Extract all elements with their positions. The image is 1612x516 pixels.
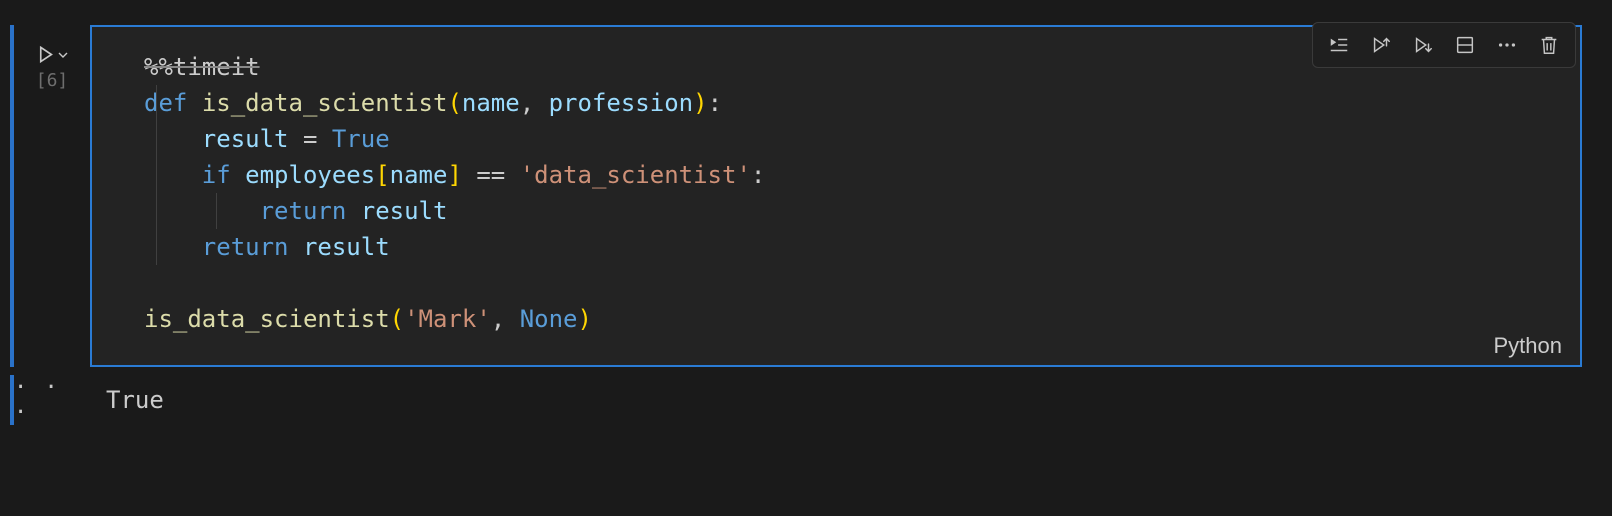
run-by-line-icon[interactable]: [1319, 27, 1359, 63]
code-cell-row: [6] %%timeit def is_data_scientist(name,…: [0, 25, 1612, 367]
output-row: · · · True: [0, 375, 1612, 425]
execution-count: [6]: [36, 70, 69, 91]
cell-toolbar: [1312, 22, 1576, 68]
more-actions-icon[interactable]: [1487, 27, 1527, 63]
split-cell-icon[interactable]: [1445, 27, 1485, 63]
execute-below-icon[interactable]: [1403, 27, 1443, 63]
execute-above-icon[interactable]: [1361, 27, 1401, 63]
cell-editor[interactable]: %%timeit def is_data_scientist(name, pro…: [90, 25, 1582, 367]
delete-cell-icon[interactable]: [1529, 27, 1569, 63]
code-content[interactable]: %%timeit def is_data_scientist(name, pro…: [92, 27, 1580, 365]
notebook-cell: [6] %%timeit def is_data_scientist(name,…: [0, 0, 1612, 425]
run-cell-button[interactable]: [36, 45, 69, 64]
output-menu-icon[interactable]: · · ·: [14, 375, 90, 425]
output-text: True: [90, 380, 1612, 420]
cell-gutter: [6]: [14, 25, 90, 101]
language-label[interactable]: Python: [1494, 333, 1563, 359]
magic-command: %%timeit: [144, 53, 260, 81]
